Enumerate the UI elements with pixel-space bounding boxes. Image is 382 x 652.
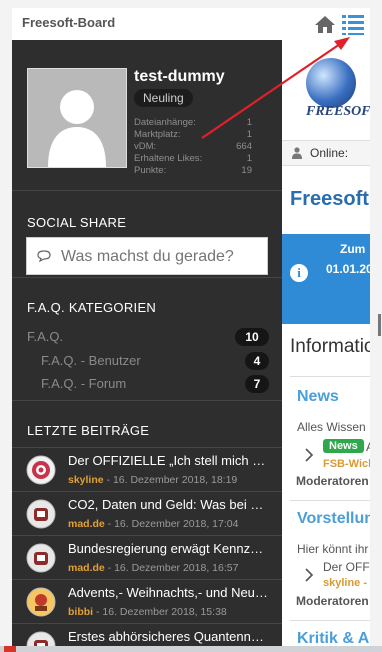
post-date: - 16. Dezember 2018, 18:19	[103, 474, 238, 486]
divider	[290, 620, 370, 621]
faq-item-faq[interactable]: F.A.Q. 10	[27, 327, 269, 347]
username[interactable]: test-dummy	[134, 68, 225, 86]
forum-news-title[interactable]: News	[297, 388, 339, 406]
scrollbar[interactable]	[378, 314, 381, 336]
post-author[interactable]: skyline	[68, 474, 104, 486]
post-avatar-icon	[26, 455, 56, 485]
faq-count-badge: 7	[245, 375, 269, 393]
post-meta: skyline - 16. Dezember 2018, 18:19	[68, 474, 237, 486]
stat-row: Dateianhänge: 1	[134, 117, 252, 128]
faq-count-badge: 10	[235, 328, 269, 346]
info-notice: i Zum 01.01.20	[282, 234, 370, 324]
list-item[interactable]: Bundesregierung erwägt Kennzeichen mad.d…	[12, 535, 282, 580]
faq-categories-section: F.A.Q. KATEGORIEN F.A.Q. 10 F.A.Q. - Ben…	[12, 278, 282, 401]
post-meta: bibbi - 16. Dezember 2018, 15:38	[68, 606, 227, 618]
user-icon	[292, 147, 302, 159]
post-avatar-icon	[26, 543, 56, 573]
post-author[interactable]: skyline -	[323, 577, 367, 589]
top-bar: Freesoft-Board	[12, 8, 370, 41]
post-title[interactable]: Erstes abhörsicheres Quantennetz	[68, 629, 268, 644]
moderators-label: Moderatoren	[296, 474, 369, 488]
site-logo[interactable]: FREESOFT	[282, 40, 370, 136]
faq-item-label[interactable]: F.A.Q. - Forum	[41, 376, 126, 391]
post-date: - 16. Dezember 2018, 16:57	[104, 562, 239, 574]
home-icon[interactable]	[314, 14, 336, 34]
post-meta: mad.de - 16. Dezember 2018, 17:04	[68, 518, 238, 530]
status-indicator	[4, 646, 16, 652]
post-title[interactable]: Advents,- Weihnachts,- und Neujahrs	[68, 585, 268, 600]
post-meta: mad.de - 16. Dezember 2018, 16:57	[68, 562, 238, 574]
news-badge: News	[323, 439, 364, 453]
speech-bubble-icon	[37, 250, 51, 262]
faq-title: F.A.Q. KATEGORIEN	[27, 300, 157, 315]
vorstellung-post-title[interactable]: Der OFF	[323, 560, 370, 574]
status-strip	[0, 646, 382, 652]
main-content: FREESOFT Online: Freesoft i Zum 01.01.20…	[282, 40, 370, 652]
notice-line-1: Zum	[340, 242, 366, 256]
post-date: - 16. Dezember 2018, 17:04	[104, 518, 239, 530]
list-item[interactable]: Der OFFIZIELLE „Ich stell mich vor skyli…	[12, 447, 282, 492]
faq-item-label[interactable]: F.A.Q.	[27, 329, 63, 344]
status-share-box[interactable]	[26, 237, 268, 275]
board-title[interactable]: Freesoft-Board	[22, 15, 115, 30]
user-profile: test-dummy Neuling Dateianhänge: 1 Marktp…	[12, 40, 282, 191]
post-title[interactable]: Der OFFIZIELLE „Ich stell mich vor	[68, 453, 268, 468]
stat-row: Marktplatz: 1	[134, 129, 252, 140]
online-label: Online:	[310, 146, 349, 160]
list-item[interactable]: CO2, Daten und Geld: Was bei der mad.de …	[12, 491, 282, 536]
chevron-right-icon	[305, 568, 314, 582]
page-title: Freesoft	[290, 188, 369, 210]
notice-line-2: 01.01.20	[326, 262, 370, 276]
list-item[interactable]: Advents,- Weihnachts,- und Neujahrs bibb…	[12, 579, 282, 624]
faq-item-forum[interactable]: F.A.Q. - Forum 7	[41, 374, 269, 394]
status-input[interactable]	[59, 244, 263, 270]
stat-row: vDM: 664	[134, 141, 252, 152]
social-share-section: SOCIAL SHARE	[12, 191, 282, 278]
post-title[interactable]: CO2, Daten und Geld: Was bei der	[68, 497, 268, 512]
post-avatar-icon	[26, 587, 56, 617]
forum-news-description: Alles Wissen	[297, 420, 366, 434]
stat-row: Erhaltene Likes: 1	[134, 153, 252, 164]
stat-row: Punkte: 19	[134, 165, 252, 176]
forum-vorstellung-title[interactable]: Vorstellun	[297, 510, 370, 528]
menu-icon[interactable]	[340, 12, 366, 36]
faq-item-label[interactable]: F.A.Q. - Benutzer	[41, 353, 141, 368]
faq-item-benutzer[interactable]: F.A.Q. - Benutzer 4	[41, 351, 269, 371]
online-bar: Online:	[282, 140, 370, 166]
rank-badge: Neuling	[134, 89, 193, 107]
forum-vorstellung-description: Hier könnt ihr	[297, 542, 369, 556]
avatar[interactable]	[27, 68, 127, 168]
user-stats: Dateianhänge: 1 Marktplatz: 1 vDM: 664 Erha…	[134, 117, 252, 177]
sidebar: test-dummy Neuling Dateianhänge: 1 Marktp…	[12, 40, 282, 652]
post-author[interactable]: mad.de	[68, 518, 105, 530]
post-author[interactable]: FSB-Wich	[323, 458, 370, 470]
information-heading: Informatio	[290, 336, 370, 357]
default-avatar-icon	[48, 90, 106, 167]
recent-posts-section: LETZTE BEITRÄGE Der OFFIZIELLE „Ich stel…	[12, 401, 282, 652]
moderators-label: Moderatoren	[296, 594, 369, 608]
social-share-title: SOCIAL SHARE	[27, 215, 127, 230]
faq-count-badge: 4	[245, 352, 269, 370]
post-date: - 16. Dezember 2018, 15:38	[93, 606, 227, 618]
chevron-right-icon	[305, 448, 314, 462]
divider	[290, 376, 370, 377]
info-icon: i	[290, 264, 308, 282]
recent-posts-title: LETZTE BEITRÄGE	[27, 423, 150, 438]
logo-text: FREESOFT	[306, 104, 370, 119]
globe-logo-icon	[306, 58, 356, 108]
post-title[interactable]: Bundesregierung erwägt Kennzeichen	[68, 541, 268, 556]
post-avatar-icon	[26, 499, 56, 529]
post-author[interactable]: bibbi	[68, 606, 93, 618]
news-post-fragment[interactable]: A	[366, 440, 370, 454]
divider	[290, 500, 370, 501]
post-author[interactable]: mad.de	[68, 562, 105, 574]
